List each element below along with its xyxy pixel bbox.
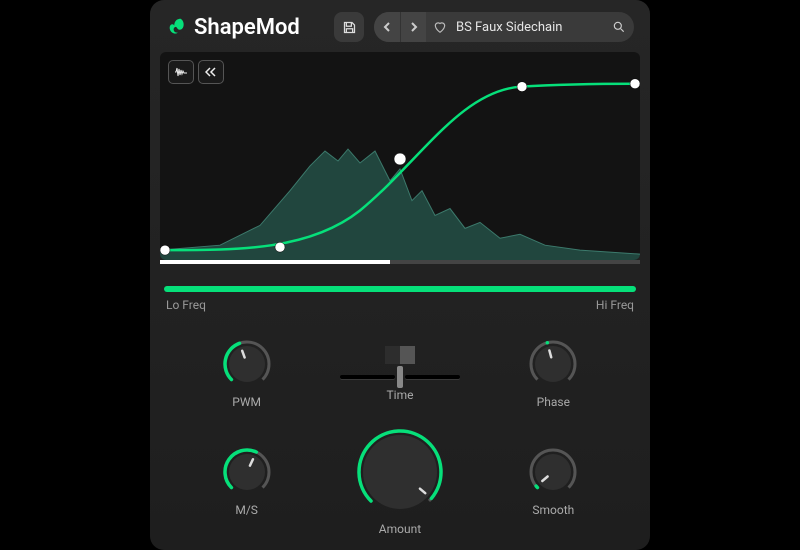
time-control: Time xyxy=(340,346,460,402)
hi-freq-label: Hi Freq xyxy=(596,298,634,312)
preset-next-button[interactable] xyxy=(400,12,426,42)
curve-handle-2[interactable] xyxy=(275,242,285,252)
phase-label: Phase xyxy=(537,395,570,409)
time-slider[interactable] xyxy=(340,372,460,382)
pwm-label: PWM xyxy=(232,395,261,409)
smooth-knob[interactable] xyxy=(528,447,578,497)
waveform-icon xyxy=(174,66,188,78)
preset-favorite-button[interactable] xyxy=(426,20,454,34)
curve-handle-4[interactable] xyxy=(517,82,527,92)
freq-labels: Lo Freq Hi Freq xyxy=(166,298,634,312)
brand-name: ShapeMod xyxy=(194,15,300,40)
preset-bar: BS Faux Sidechain xyxy=(374,12,634,42)
preset-search-button[interactable] xyxy=(604,20,634,34)
curve-handle-end[interactable] xyxy=(630,79,640,89)
controls-grid: PWM Time Phase xyxy=(150,312,650,550)
ms-control: M/S xyxy=(222,447,272,517)
phase-knob[interactable] xyxy=(528,339,578,389)
time-value-box[interactable] xyxy=(385,346,415,364)
chevron-right-icon xyxy=(410,22,418,32)
ms-label: M/S xyxy=(235,503,258,517)
smooth-control: Smooth xyxy=(528,447,578,517)
preset-name-display[interactable]: BS Faux Sidechain xyxy=(454,20,604,35)
smooth-label: Smooth xyxy=(532,503,574,517)
save-button[interactable] xyxy=(334,12,364,42)
pwm-control: PWM xyxy=(222,339,272,409)
graph-toolbar xyxy=(168,60,224,84)
amount-control: Amount xyxy=(356,428,444,536)
time-label: Time xyxy=(387,388,414,402)
curve-handle-start[interactable] xyxy=(160,245,170,255)
graph-collapse-button[interactable] xyxy=(198,60,224,84)
plugin-window: ShapeMod BS Faux Sidechain xyxy=(150,0,650,550)
preset-prev-button[interactable] xyxy=(374,12,400,42)
time-slider-thumb[interactable] xyxy=(397,366,403,388)
graph-waveform-button[interactable] xyxy=(168,60,194,84)
shaper-graph[interactable] xyxy=(160,52,640,260)
heart-icon xyxy=(433,20,447,34)
amount-knob[interactable] xyxy=(356,428,444,516)
playhead-fill xyxy=(160,260,390,264)
header-bar: ShapeMod BS Faux Sidechain xyxy=(150,0,650,52)
playhead-track[interactable] xyxy=(160,260,640,264)
chevron-left-icon xyxy=(383,22,391,32)
lo-freq-label: Lo Freq xyxy=(166,298,206,312)
amount-label: Amount xyxy=(379,522,421,536)
curve-handle-mid[interactable] xyxy=(394,153,406,165)
search-icon xyxy=(612,20,626,34)
phase-control: Phase xyxy=(528,339,578,409)
graph-canvas xyxy=(160,52,640,260)
pwm-knob[interactable] xyxy=(222,339,272,389)
save-icon xyxy=(342,20,357,35)
chevrons-left-icon xyxy=(205,67,217,77)
freq-band-range[interactable] xyxy=(164,286,636,292)
brand: ShapeMod xyxy=(166,15,300,40)
ms-knob[interactable] xyxy=(222,447,272,497)
brand-logo-icon xyxy=(166,16,188,38)
